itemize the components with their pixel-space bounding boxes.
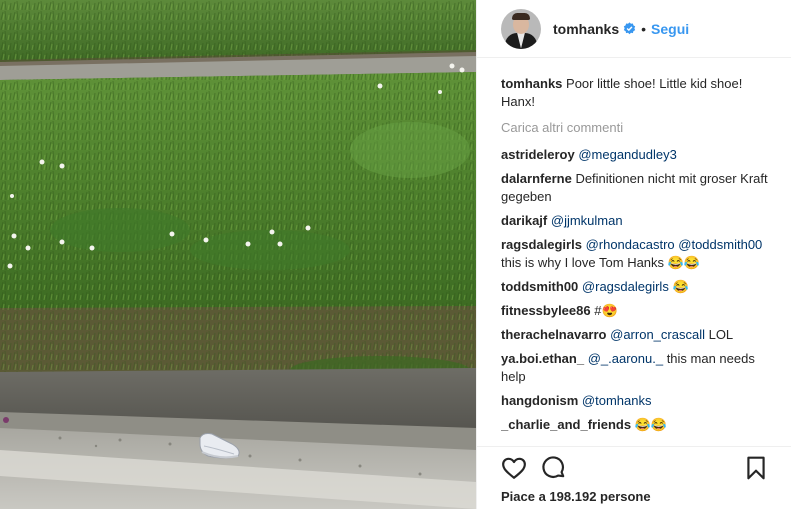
comment-mention[interactable]: @tomhanks (582, 393, 652, 408)
comment-emoji: 😂😂 (667, 255, 701, 270)
post-photo[interactable] (0, 0, 476, 509)
avatar[interactable] (501, 8, 541, 49)
comment-username[interactable]: fitnessbylee86 (501, 303, 591, 318)
photo-grass-curb-shoe (0, 0, 476, 509)
comment-text: this is why I love Tom Hanks (501, 255, 665, 270)
comment-username[interactable]: toddsmith00 (501, 279, 578, 294)
list-item: toddsmith00 @ragsdalegirls 😂 (501, 278, 771, 296)
comment-username[interactable]: ya.boi.ethan_ (501, 351, 584, 366)
comment-mention[interactable]: @rhondacastro (586, 237, 675, 252)
comment-mention[interactable]: @ragsdalegirls (582, 279, 669, 294)
comment-username[interactable]: therachelnavarro (501, 327, 607, 342)
comment-text: 😂😂 (634, 417, 668, 432)
list-item: _charlie_and_friends 😂😂 (501, 416, 771, 434)
comment-username[interactable]: darikajf (501, 213, 547, 228)
list-item: astrideleroy @megandudley3 (501, 146, 771, 164)
comment-username[interactable]: hangdonism (501, 393, 578, 408)
verified-badge-icon (623, 22, 636, 35)
comment-mention[interactable]: @_.aaronu._ (588, 351, 663, 366)
comment-bubble-icon[interactable] (541, 455, 567, 481)
comment-mention[interactable]: @megandudley3 (578, 147, 676, 162)
comment-text: 😂 (672, 279, 689, 294)
comment-username[interactable]: _charlie_and_friends (501, 417, 631, 432)
bookmark-icon[interactable] (743, 455, 769, 481)
follow-button[interactable]: Segui (651, 21, 689, 37)
list-item: hangdonism @tomhanks (501, 392, 771, 410)
instagram-post: tomhanks • Segui tomhanks Poor little sh… (0, 0, 791, 509)
comment-username[interactable]: ragsdalegirls (501, 237, 582, 252)
caption-username[interactable]: tomhanks (501, 76, 562, 91)
post-header: tomhanks • Segui (477, 0, 791, 58)
comments-list[interactable]: tomhanks Poor little shoe! Little kid sh… (501, 75, 771, 445)
heart-icon[interactable] (501, 455, 527, 481)
list-item: therachelnavarro @arron_crascall LOL (501, 326, 771, 344)
caption: tomhanks Poor little shoe! Little kid sh… (501, 75, 771, 111)
comment-mention[interactable]: @jjmkulman (551, 213, 623, 228)
list-item: ragsdalegirls @rhondacastro @toddsmith00… (501, 236, 771, 272)
post-actions: Piace a 198.192 persone (477, 446, 791, 510)
list-item: darikajf @jjmkulman (501, 212, 771, 230)
list-item: dalarnferne Definitionen nicht mit grose… (501, 170, 771, 206)
list-item: ya.boi.ethan_ @_.aaronu._ this man needs… (501, 350, 771, 386)
comment-text: #😍 (594, 303, 618, 318)
post-side-panel: tomhanks • Segui tomhanks Poor little sh… (476, 0, 791, 509)
separator-dot: • (641, 20, 647, 37)
comment-username[interactable]: astrideleroy (501, 147, 575, 162)
list-item: fitnessbylee86 #😍 (501, 302, 771, 320)
comment-mention[interactable]: @arron_crascall (610, 327, 705, 342)
likes-count[interactable]: Piace a 198.192 persone (501, 489, 651, 504)
author-username[interactable]: tomhanks (553, 21, 619, 37)
action-icons (501, 455, 769, 481)
comment-mention[interactable]: @toddsmith00 (678, 237, 762, 252)
comment-text: LOL (708, 327, 734, 342)
load-more-comments[interactable]: Carica altri commenti (501, 119, 771, 137)
comment-username[interactable]: dalarnferne (501, 171, 572, 186)
